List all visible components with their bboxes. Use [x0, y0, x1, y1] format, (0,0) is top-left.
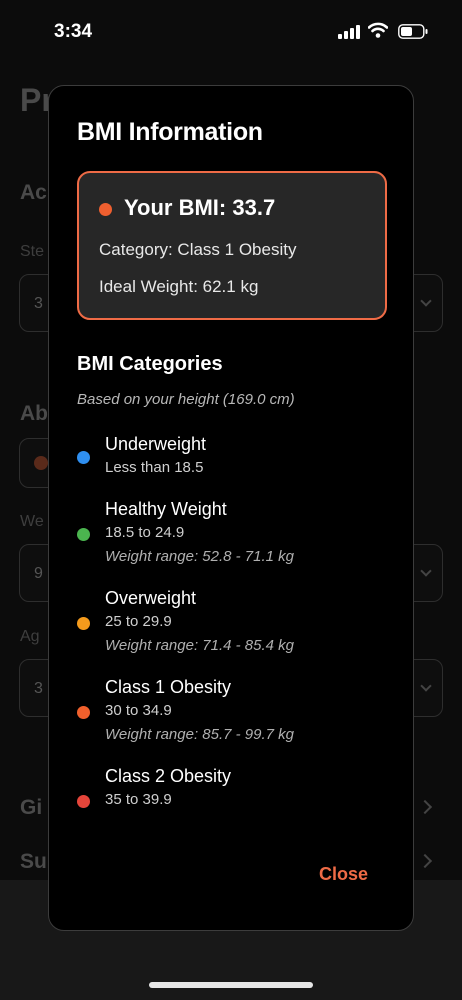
background-row-label[interactable]: Gi [20, 796, 42, 820]
category-weight-range: Weight range: 85.7 - 99.7 kg [105, 726, 295, 743]
category-dot-icon [77, 795, 90, 808]
category-name: Underweight [105, 434, 207, 454]
wifi-icon [368, 22, 388, 38]
category-overweight: Overweight 25 to 29.9 Weight range: 71.4… [77, 588, 387, 663]
ideal-weight: Ideal Weight: 62.1 kg [99, 277, 259, 296]
category-range: 30 to 34.9 [105, 702, 172, 719]
category-name: Healthy Weight [105, 499, 227, 519]
category-healthy-weight: Healthy Weight 18.5 to 24.9 Weight range… [77, 499, 387, 574]
category-dot-icon [77, 528, 90, 541]
battery-icon [398, 24, 428, 39]
background-row-label[interactable]: Su [20, 850, 47, 874]
category-weight-range: Weight range: 52.8 - 71.1 kg [105, 548, 295, 565]
category-name: Overweight [105, 588, 197, 608]
status-bar: 3:34 [0, 0, 462, 62]
category-underweight: Underweight Less than 18.5 [77, 434, 387, 484]
bmi-summary-card: Your BMI: 33.7 Category: Class 1 Obesity… [77, 171, 387, 320]
bmi-value: Your BMI: 33.7 [124, 195, 276, 220]
background-field-label: Ag [20, 628, 40, 645]
background-field-label: Ste [20, 243, 45, 260]
modal-title: BMI Information [77, 118, 263, 146]
categories-title: BMI Categories [77, 353, 223, 375]
category-name: Class 1 Obesity [105, 677, 232, 697]
background-section-heading: Ac [20, 181, 47, 204]
background-section-heading: Ab [20, 402, 48, 425]
category-class-2-obesity: Class 2 Obesity 35 to 39.9 [77, 766, 387, 816]
category-range: 18.5 to 24.9 [105, 524, 185, 541]
background-field-label: We [20, 513, 44, 530]
category-range: 25 to 29.9 [105, 613, 172, 630]
bmi-status-dot-icon [99, 203, 112, 216]
background-dot [34, 456, 48, 470]
category-weight-range: Weight range: 71.4 - 85.4 kg [105, 637, 295, 654]
screen: 3:34 Pr Ac Ste 3 Ab We 9 Ag 3 Gi Su BMI … [0, 0, 462, 1000]
bmi-info-modal: BMI Information Your BMI: 33.7 Category:… [48, 85, 414, 931]
category-dot-icon [77, 451, 90, 464]
background-input-value: 3 [34, 680, 43, 697]
background-input-value: 3 [34, 295, 43, 312]
category-range: 35 to 39.9 [105, 791, 172, 808]
home-indicator[interactable] [149, 982, 313, 988]
category-class-1-obesity: Class 1 Obesity 30 to 34.9 Weight range:… [77, 677, 387, 752]
bmi-category: Category: Class 1 Obesity [99, 240, 297, 259]
close-button[interactable]: Close [319, 864, 368, 885]
category-dot-icon [77, 706, 90, 719]
chevron-right-icon [417, 853, 433, 869]
category-dot-icon [77, 617, 90, 630]
category-name: Class 2 Obesity [105, 766, 232, 786]
category-range: Less than 18.5 [105, 459, 204, 476]
status-time: 3:34 [54, 21, 93, 42]
chevron-right-icon [417, 799, 433, 815]
background-input-value: 9 [34, 565, 43, 582]
categories-subtitle: Based on your height (169.0 cm) [77, 391, 295, 408]
cellular-signal-icon [338, 25, 360, 39]
